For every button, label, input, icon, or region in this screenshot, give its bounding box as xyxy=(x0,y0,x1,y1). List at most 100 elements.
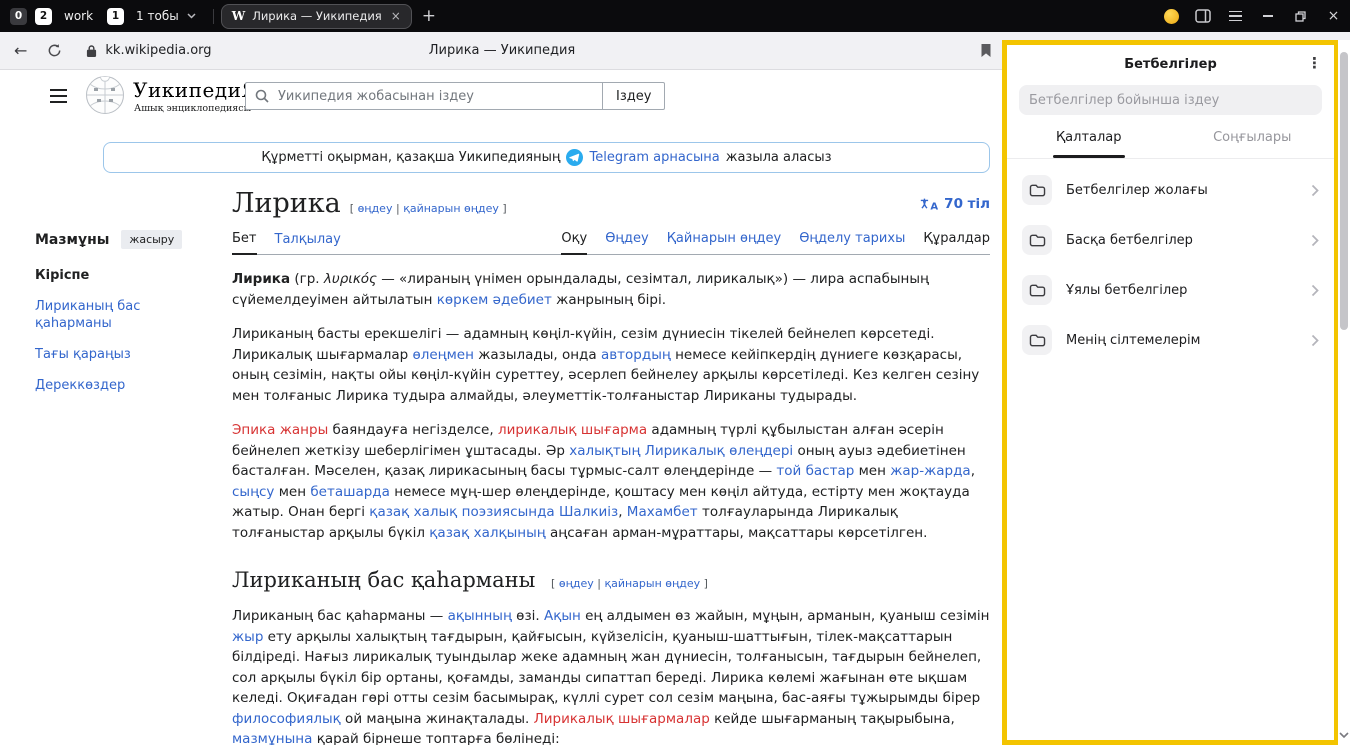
wiki-link[interactable]: Лирикалық өлеңдері xyxy=(645,443,794,459)
section-heading: Лириканың бас қаһарманы [ өңдеу | қайнар… xyxy=(232,568,990,592)
chevron-down-icon xyxy=(187,13,196,19)
wiki-link[interactable]: той бастар xyxy=(776,463,854,479)
language-selector[interactable]: A 70 тіл xyxy=(919,196,990,212)
wiki-link[interactable]: сыңсу xyxy=(232,484,274,500)
wiki-link[interactable]: жар-жарда xyxy=(890,463,971,479)
wiki-search-input[interactable] xyxy=(276,88,576,105)
wikipedia-wordmark[interactable]: УикипедиЯ xyxy=(133,78,258,102)
wiki-redlink[interactable]: Эпика жанры xyxy=(232,422,328,438)
text-segment: (гр. xyxy=(290,271,324,287)
tab-history[interactable]: Өңделу тарихы xyxy=(799,231,905,254)
text-segment: қарай бірнеше топтарға бөлінеді: xyxy=(312,731,559,745)
folder-row-mobile-bookmarks[interactable]: Ұялы бетбелгілер xyxy=(1007,265,1334,315)
section-heading-text: Лириканың бас қаһарманы xyxy=(232,568,535,592)
tab-group-zero-badge[interactable]: 0 xyxy=(10,8,27,25)
lock-icon[interactable] xyxy=(86,44,97,58)
wiki-link[interactable]: өлеңмен xyxy=(412,347,473,363)
telegram-link[interactable]: Telegram арнасына xyxy=(589,150,719,165)
edit-link[interactable]: өңдеу xyxy=(559,577,594,590)
search-icon xyxy=(255,89,269,103)
table-of-contents: Мазмұны жасыру Кіріспе Лириканың бас қаһ… xyxy=(35,230,225,394)
toc-item-bas-qaharmany[interactable]: Лириканың бас қаһарманы xyxy=(35,298,175,332)
minimize-button[interactable] xyxy=(1251,0,1284,32)
bookmarks-panel: Бетбелгілер ⋮ Қалталар Соңғылары Бетбелг… xyxy=(1007,45,1334,740)
wiki-link[interactable]: Шалкиіз xyxy=(559,504,618,520)
toc-hide-button[interactable]: жасыру xyxy=(121,230,182,249)
edit-source-link[interactable]: қайнарын өңдеу xyxy=(604,577,700,590)
new-tab-button[interactable]: + xyxy=(422,6,436,26)
article: Лирика [ өңдеу | қайнарын өңдеу ] A 70 т… xyxy=(232,188,990,745)
text-segment: жанрының бірі. xyxy=(552,292,666,308)
wiki-link[interactable]: қазақ халқының xyxy=(429,525,545,541)
tab-group-work-label: work xyxy=(64,9,93,23)
folder-row-other-bookmarks[interactable]: Басқа бетбелгілер xyxy=(1007,215,1334,265)
tab-page[interactable]: Бет xyxy=(232,231,257,255)
text-segment: Лирика xyxy=(232,271,290,287)
toc-item-kirispe[interactable]: Кіріспе xyxy=(35,267,175,284)
tab-tools[interactable]: Құралдар xyxy=(923,231,990,254)
text-segment: баяндауға негізделсе, xyxy=(328,422,498,438)
url-text[interactable]: kk.wikipedia.org xyxy=(105,43,211,58)
panel-tab-folders[interactable]: Қалталар xyxy=(1007,117,1171,158)
bookmarks-search-input[interactable] xyxy=(1019,93,1322,108)
close-button[interactable]: × xyxy=(1317,0,1350,32)
toc-item-tagy-qaranyz[interactable]: Тағы қараңыз xyxy=(35,346,175,363)
wikipedia-logo[interactable] xyxy=(85,75,125,119)
tab-talk[interactable]: Талқылау xyxy=(275,232,341,254)
active-tab[interactable]: W Лирика — Уикипедия × xyxy=(221,4,412,29)
folder-row-bookmarks-bar[interactable]: Бетбелгілер жолағы xyxy=(1007,165,1334,215)
tab-close-icon[interactable]: × xyxy=(391,9,401,23)
rewards-icon[interactable] xyxy=(1155,9,1187,24)
wiki-link[interactable]: жыр xyxy=(232,629,263,645)
wiki-redlink[interactable]: лирикалық шығарма xyxy=(498,422,647,438)
wiki-link[interactable]: беташарда xyxy=(310,484,390,500)
tab-group-work[interactable]: 2 work xyxy=(35,8,97,25)
edit-source-link[interactable]: қайнарын өңдеу xyxy=(403,202,499,215)
chevron-right-icon xyxy=(1311,184,1319,197)
wiki-link[interactable]: қазақ халық поэзиясында xyxy=(369,504,554,520)
reload-button[interactable] xyxy=(47,43,62,58)
back-button[interactable]: ← xyxy=(14,41,27,60)
wiki-link[interactable]: халықтың xyxy=(569,443,640,459)
wiki-link[interactable]: көркем әдебиет xyxy=(437,292,552,308)
wiki-link[interactable]: Махамбет xyxy=(627,504,698,520)
bookmark-icon[interactable] xyxy=(980,43,992,58)
folder-icon xyxy=(1022,175,1052,205)
browser-menu-icon[interactable] xyxy=(1219,11,1251,22)
page-scrollbar[interactable] xyxy=(1338,40,1350,745)
tabbar-right-controls: × xyxy=(1155,0,1350,32)
tab-edit[interactable]: Өңдеу xyxy=(605,231,649,254)
side-panels-icon[interactable] xyxy=(1187,9,1219,23)
bookmarks-search[interactable] xyxy=(1019,85,1322,115)
bracket: ] xyxy=(704,577,708,590)
bracket: ] xyxy=(502,202,506,215)
tab-read[interactable]: Оқу xyxy=(561,231,587,255)
browser-tabbar: 0 2 work 1 1 тобы W Лирика — Уикипедия ×… xyxy=(0,0,1350,32)
tab-edit-source[interactable]: Қайнарын өңдеу xyxy=(667,231,781,254)
edit-link[interactable]: өңдеу xyxy=(358,202,393,215)
wiki-menu-icon[interactable] xyxy=(50,89,67,103)
wiki-search-box[interactable] xyxy=(245,82,603,110)
wiki-redlink[interactable]: Лирикалық шығармалар xyxy=(534,711,710,727)
wiki-link[interactable]: мазмұнына xyxy=(232,731,312,745)
chevron-right-icon xyxy=(1311,334,1319,347)
wiki-link[interactable]: автордың xyxy=(601,347,671,363)
folder-label: Менің сілтемелерім xyxy=(1066,333,1200,348)
panel-menu-icon[interactable]: ⋮ xyxy=(1307,54,1322,72)
wiki-link[interactable]: Ақын xyxy=(544,608,581,624)
text-segment: аңсаған арман-мұраттары, мақсаттары көрс… xyxy=(546,525,928,541)
folder-row-my-links[interactable]: Менің сілтемелерім xyxy=(1007,315,1334,365)
panel-tab-recent[interactable]: Соңғылары xyxy=(1171,117,1335,158)
folder-icon xyxy=(1022,275,1052,305)
tab-group-toby[interactable]: 1 1 тобы xyxy=(107,8,196,25)
scrollbar-thumb[interactable] xyxy=(1340,52,1348,330)
wiki-link[interactable]: ақынның xyxy=(448,608,512,624)
panel-title: Бетбелгілер xyxy=(1124,57,1217,72)
scroll-down-icon[interactable] xyxy=(1339,724,1349,743)
wiki-search: Іздеу xyxy=(245,82,665,110)
article-paragraph: Лирика (гр. λυρικός — «лираның үнімен ор… xyxy=(232,269,990,310)
restore-button[interactable] xyxy=(1284,0,1317,32)
toc-item-derekkozder[interactable]: Дереккөздер xyxy=(35,377,175,394)
wiki-search-button[interactable]: Іздеу xyxy=(602,82,665,110)
wiki-link[interactable]: философиялық xyxy=(232,711,341,727)
